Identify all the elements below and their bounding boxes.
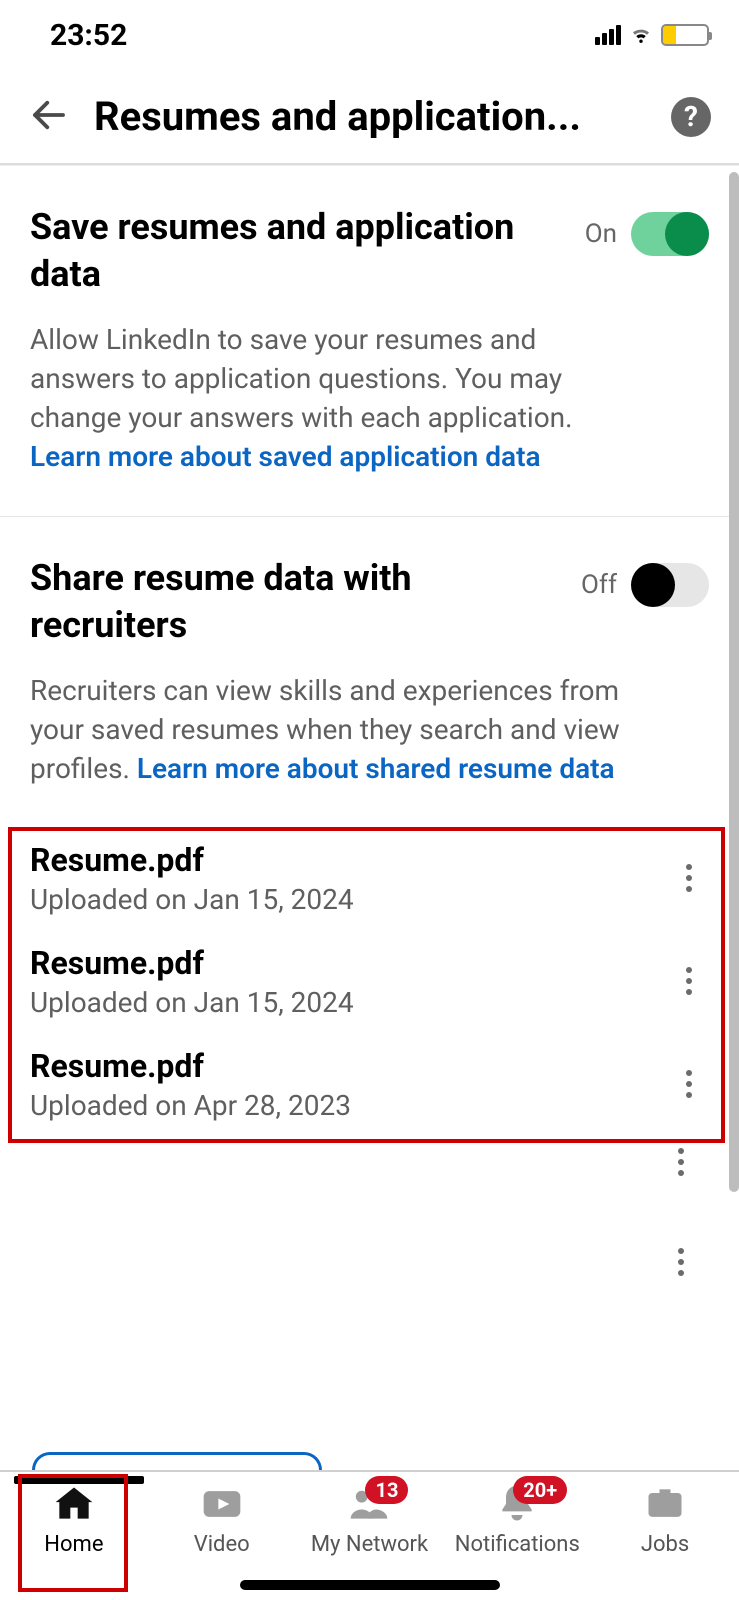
save-resumes-desc: Allow LinkedIn to save your resumes and … <box>30 320 590 477</box>
home-icon <box>50 1482 98 1526</box>
resume-name: Resume.pdf <box>30 944 354 982</box>
resume-list: Resume.pdf Uploaded on Jan 15, 2024 Resu… <box>0 827 739 1282</box>
save-learn-more-link[interactable]: Learn more about saved application data <box>30 440 541 473</box>
resume-name: Resume.pdf <box>30 1047 351 1085</box>
cellular-signal-icon <box>595 25 621 45</box>
nav-notifications[interactable]: 20+ Notifications <box>447 1482 587 1557</box>
resume-more-button[interactable] <box>669 1064 709 1104</box>
resume-more-button[interactable] <box>669 961 709 1001</box>
resume-item[interactable]: Resume.pdf Uploaded on Jan 15, 2024 <box>0 827 739 930</box>
nav-active-indicator <box>14 1476 144 1484</box>
video-icon <box>198 1482 246 1526</box>
section-share-resume: Share resume data with recruiters Off Re… <box>0 517 739 816</box>
save-resumes-title: Save resumes and application data <box>30 204 565 298</box>
nav-label: My Network <box>311 1532 428 1557</box>
partial-button-outline <box>32 1452 322 1470</box>
wifi-icon <box>629 21 653 49</box>
extra-more-button[interactable] <box>661 1142 701 1182</box>
clock: 23:52 <box>50 18 127 53</box>
nav-video[interactable]: Video <box>152 1482 292 1557</box>
page-title: Resumes and application... <box>94 93 647 140</box>
save-resumes-toggle[interactable] <box>631 212 709 256</box>
status-bar: 23:52 <box>0 0 739 70</box>
resume-date: Uploaded on Jan 15, 2024 <box>30 986 354 1019</box>
nav-label: Notifications <box>455 1532 580 1557</box>
nav-home[interactable]: Home <box>4 1482 144 1557</box>
resume-item[interactable]: Resume.pdf Uploaded on Apr 28, 2023 <box>0 1033 739 1136</box>
home-indicator <box>240 1580 500 1590</box>
back-button[interactable] <box>28 94 70 140</box>
bottom-nav: Home Video 13 My Network 20+ Notificatio… <box>0 1470 739 1600</box>
extra-more-button[interactable] <box>661 1242 701 1282</box>
save-desc-text: Allow LinkedIn to save your resumes and … <box>30 323 573 434</box>
resume-more-button[interactable] <box>669 858 709 898</box>
share-resume-toggle[interactable] <box>631 563 709 607</box>
save-toggle-state: On <box>585 219 617 249</box>
badge-count: 20+ <box>513 1476 567 1504</box>
resume-name: Resume.pdf <box>30 841 354 879</box>
nav-label: Jobs <box>641 1532 689 1557</box>
share-toggle-state: Off <box>581 570 617 600</box>
briefcase-icon <box>641 1482 689 1526</box>
status-icons <box>595 21 709 49</box>
help-button[interactable]: ? <box>671 97 711 137</box>
nav-label: Video <box>194 1532 250 1557</box>
nav-label: Home <box>44 1532 103 1557</box>
nav-jobs[interactable]: Jobs <box>595 1482 735 1557</box>
section-save-resumes: Save resumes and application data On All… <box>0 166 739 517</box>
resume-item[interactable]: Resume.pdf Uploaded on Jan 15, 2024 <box>0 930 739 1033</box>
resume-date: Uploaded on Jan 15, 2024 <box>30 883 354 916</box>
battery-icon <box>661 24 709 46</box>
app-header: Resumes and application... ? <box>0 70 739 165</box>
share-learn-more-link[interactable]: Learn more about shared resume data <box>137 752 615 785</box>
resume-date: Uploaded on Apr 28, 2023 <box>30 1089 351 1122</box>
share-resume-desc: Recruiters can view skills and experienc… <box>30 671 670 789</box>
settings-scroll[interactable]: Save resumes and application data On All… <box>0 165 739 1470</box>
nav-network[interactable]: 13 My Network <box>299 1482 439 1557</box>
share-resume-title: Share resume data with recruiters <box>30 555 561 649</box>
badge-count: 13 <box>365 1476 408 1504</box>
